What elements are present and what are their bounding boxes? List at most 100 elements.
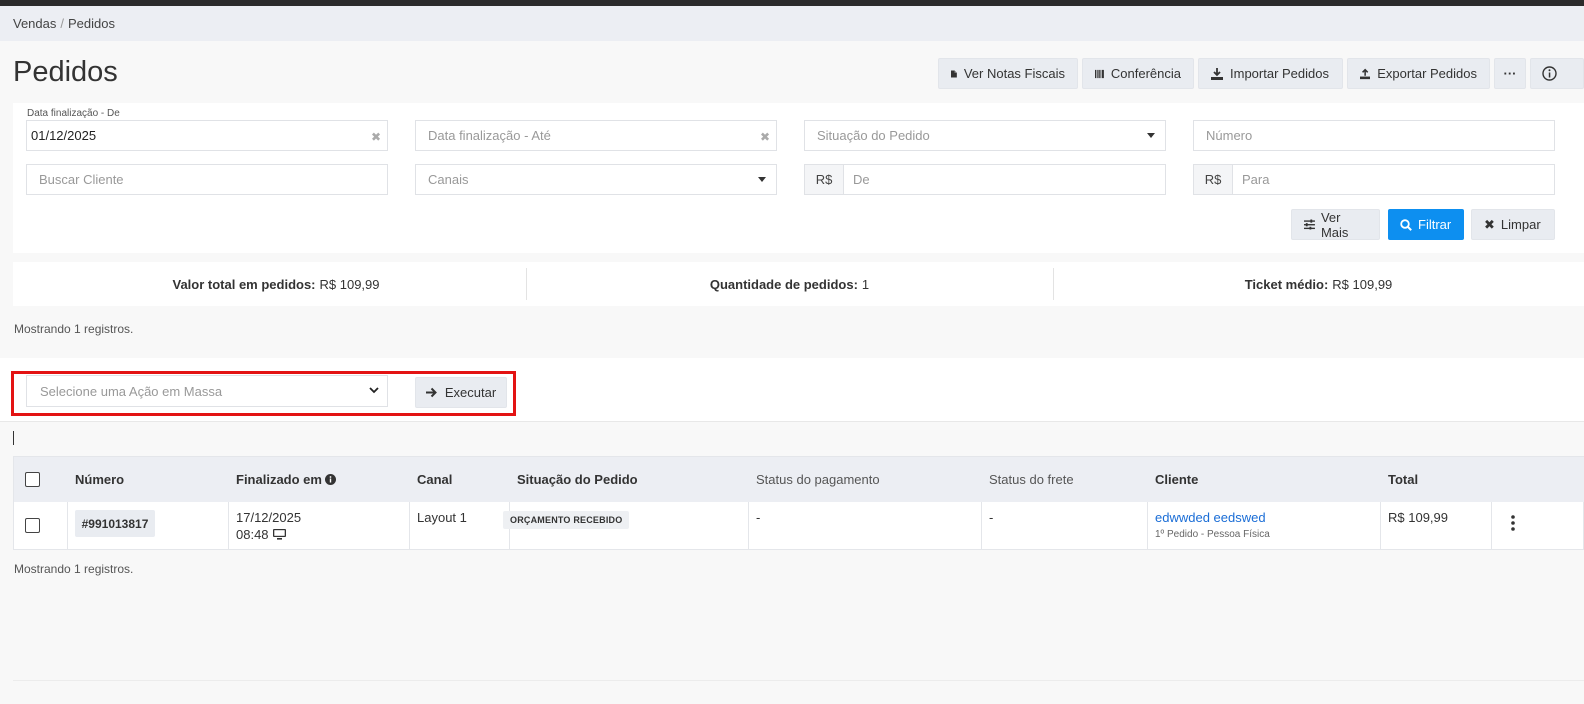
- order-canal: Layout 1: [417, 510, 467, 525]
- caret-down-icon: [758, 177, 766, 182]
- exportar-pedidos-button[interactable]: Exportar Pedidos: [1347, 58, 1490, 89]
- status-badge: ORÇAMENTO RECEBIDO: [503, 511, 630, 529]
- breadcrumb: Vendas / Pedidos: [13, 16, 115, 31]
- valor-de-placeholder: De: [853, 172, 870, 187]
- importar-pedidos-label: Importar Pedidos: [1230, 66, 1329, 81]
- stat-total: Valor total em pedidos: R$ 109,99: [13, 262, 539, 306]
- clear-date-to-icon[interactable]: ✖: [760, 130, 770, 144]
- date-from-input[interactable]: 01/12/2025 ✖: [26, 120, 388, 151]
- ver-notas-fiscais-label: Ver Notas Fiscais: [963, 66, 1065, 81]
- cliente-placeholder: Buscar Cliente: [39, 172, 124, 187]
- header-canal: Canal: [417, 472, 453, 487]
- text-cursor: [13, 431, 14, 445]
- stat-quantity: Quantidade de pedidos: 1: [526, 262, 1053, 306]
- stat-total-value: R$ 109,99: [319, 276, 380, 292]
- stat-ticket-label: Ticket médio:: [1244, 276, 1329, 292]
- column-divider: [981, 502, 982, 549]
- date-to-input[interactable]: Data finalização - Até ✖: [415, 120, 777, 151]
- header-total[interactable]: Total: [1388, 472, 1418, 487]
- search-icon: [1400, 218, 1412, 231]
- conferencia-button[interactable]: Conferência: [1082, 58, 1194, 89]
- valor-de-input[interactable]: De: [843, 164, 1166, 195]
- importar-pedidos-button[interactable]: Importar Pedidos: [1198, 58, 1343, 89]
- table-header: Número Finalizado em Canal Situação do P…: [14, 457, 1584, 502]
- limpar-button[interactable]: ✖ Limpar: [1471, 209, 1555, 240]
- situacao-placeholder: Situação do Pedido: [817, 128, 930, 143]
- valor-para-placeholder: Para: [1242, 172, 1270, 187]
- order-time: 08:48: [236, 527, 269, 542]
- import-icon: [1211, 67, 1223, 80]
- barcode-icon: [1095, 69, 1104, 78]
- canais-select[interactable]: Canais: [415, 164, 777, 195]
- desktop-icon: [272, 529, 286, 540]
- conferencia-label: Conferência: [1110, 66, 1181, 81]
- stat-total-label: Valor total em pedidos:: [172, 276, 316, 292]
- order-number-badge[interactable]: #991013817: [75, 510, 155, 537]
- stat-quantity-label: Quantidade de pedidos:: [709, 276, 858, 292]
- breadcrumb-vendas[interactable]: Vendas: [13, 16, 56, 31]
- select-all-checkbox[interactable]: [25, 472, 40, 487]
- stat-quantity-value: 1: [861, 276, 870, 292]
- limpar-label: Limpar: [1500, 217, 1541, 232]
- ver-notas-fiscais-button[interactable]: Ver Notas Fiscais: [938, 58, 1078, 89]
- column-divider: [1491, 502, 1492, 549]
- header-pagamento: Status do pagamento: [756, 472, 880, 487]
- showing-count-top: Mostrando 1 registros.: [14, 322, 134, 336]
- header-finalizado-label: Finalizado em: [236, 472, 322, 487]
- order-frete: -: [989, 510, 994, 525]
- header-frete: Status do frete: [989, 472, 1074, 487]
- stat-ticket-value: R$ 109,99: [1332, 276, 1393, 292]
- header-numero[interactable]: Número: [75, 472, 124, 487]
- more-icon: ···: [1503, 66, 1517, 81]
- showing-count-bottom: Mostrando 1 registros.: [14, 562, 134, 576]
- sliders-icon: [1304, 219, 1315, 230]
- numero-placeholder: Número: [1206, 128, 1253, 143]
- exportar-pedidos-label: Exportar Pedidos: [1377, 66, 1477, 81]
- highlight-box: [11, 371, 516, 416]
- footer-divider: [13, 680, 1584, 681]
- cliente-search-input[interactable]: Buscar Cliente: [26, 164, 388, 195]
- filtrar-label: Filtrar: [1418, 217, 1452, 232]
- currency-addon-de: R$: [804, 164, 844, 195]
- stats-bar: Valor total em pedidos: R$ 109,99 Quantid…: [13, 262, 1584, 306]
- order-cliente-sub: 1º Pedido - Pessoa Física: [1155, 529, 1270, 540]
- canais-placeholder: Canais: [428, 172, 469, 187]
- kebab-menu-icon[interactable]: [1511, 515, 1515, 531]
- order-date: 17/12/2025: [236, 510, 302, 525]
- clear-date-from-icon[interactable]: ✖: [371, 130, 381, 144]
- valor-para-input[interactable]: Para: [1232, 164, 1555, 195]
- breadcrumb-separator: /: [60, 16, 64, 31]
- info-icon: [324, 474, 336, 485]
- situacao-select[interactable]: Situação do Pedido: [804, 120, 1166, 151]
- date-from-value: 01/12/2025: [31, 128, 97, 143]
- document-icon: [951, 69, 957, 78]
- orders-table: Número Finalizado em Canal Situação do P…: [13, 456, 1584, 550]
- page-title: Pedidos: [13, 56, 118, 88]
- column-divider: [1147, 502, 1148, 549]
- stat-ticket: Ticket médio: R$ 109,99: [1053, 262, 1584, 306]
- more-actions-button[interactable]: ···: [1494, 58, 1526, 89]
- order-total: R$ 109,99: [1388, 510, 1448, 525]
- info-icon: [1542, 66, 1557, 81]
- date-from-label: Data finalização - De: [27, 108, 120, 119]
- currency-addon-para: R$: [1193, 164, 1233, 195]
- column-divider: [67, 502, 68, 549]
- ver-mais-button[interactable]: Ver Mais: [1291, 209, 1380, 240]
- close-icon: ✖: [1484, 216, 1495, 232]
- breadcrumb-bar: Vendas / Pedidos: [0, 6, 1584, 41]
- filtrar-button[interactable]: Filtrar: [1388, 209, 1464, 240]
- column-divider: [748, 502, 749, 549]
- column-divider: [228, 502, 229, 549]
- order-pagamento: -: [756, 510, 761, 525]
- row-checkbox[interactable]: [25, 518, 40, 533]
- export-icon: [1360, 68, 1371, 79]
- column-divider: [1380, 502, 1381, 549]
- ver-mais-label: Ver Mais: [1320, 209, 1349, 240]
- header-finalizado[interactable]: Finalizado em: [236, 472, 336, 487]
- header-cliente: Cliente: [1155, 472, 1199, 487]
- header-situacao: Situação do Pedido: [517, 472, 638, 487]
- numero-input[interactable]: Número: [1193, 120, 1555, 151]
- breadcrumb-pedidos: Pedidos: [68, 16, 115, 31]
- info-button[interactable]: [1530, 58, 1584, 89]
- order-cliente-link[interactable]: edwwded eedswed: [1155, 510, 1266, 525]
